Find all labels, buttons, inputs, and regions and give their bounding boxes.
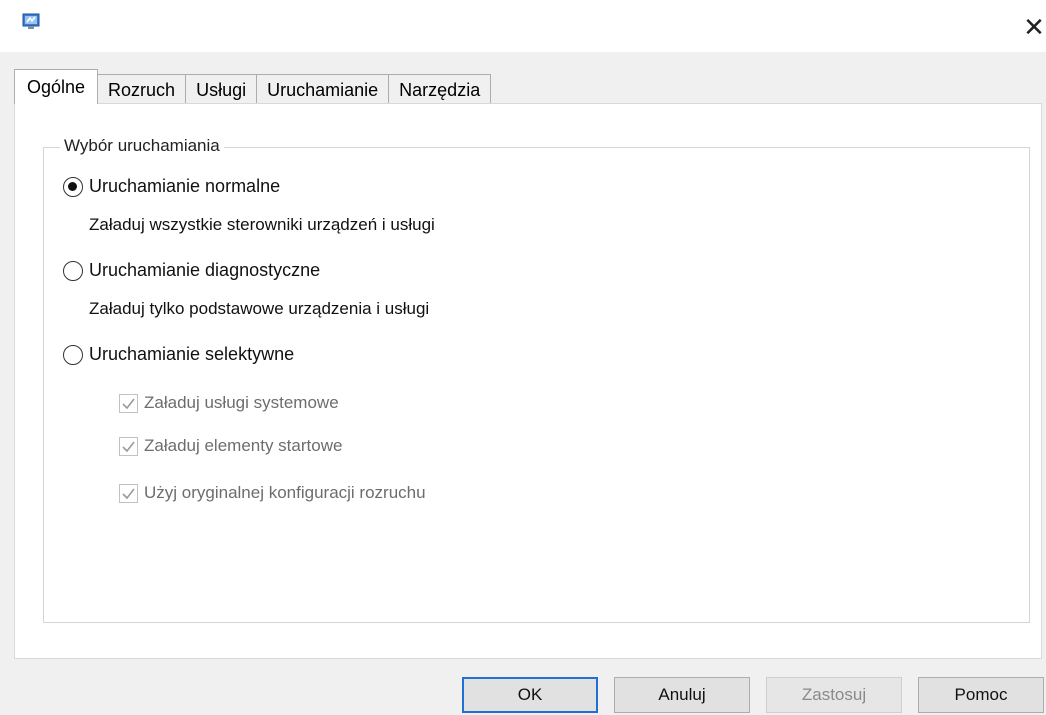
- radio-button[interactable]: [63, 344, 83, 365]
- checkmark-icon: [122, 398, 135, 409]
- title-bar: ✕: [0, 0, 1046, 52]
- close-button[interactable]: ✕: [1022, 12, 1046, 42]
- group-label: Wybór uruchamiania: [60, 136, 224, 156]
- tab-boot[interactable]: Rozruch: [97, 74, 187, 104]
- checkbox[interactable]: [119, 393, 138, 413]
- radio-label: Uruchamianie selektywne: [89, 344, 295, 364]
- checkbox-label: Załaduj elementy startowe: [144, 436, 343, 455]
- checkbox[interactable]: [119, 436, 138, 456]
- apply-button[interactable]: Zastosuj: [766, 677, 902, 713]
- radio-button[interactable]: [63, 260, 83, 281]
- radio-selective-startup[interactable]: Uruchamianie selektywne: [63, 344, 294, 365]
- tab-general[interactable]: Ogólne: [14, 69, 99, 104]
- tab-services[interactable]: Usługi: [185, 74, 258, 104]
- tab-strip: Ogólne Rozruch Usługi Uruchamianie Narzę…: [14, 69, 492, 104]
- checkmark-icon: [122, 488, 135, 499]
- help-button[interactable]: Pomoc: [918, 677, 1044, 713]
- cancel-button[interactable]: Anuluj: [614, 677, 750, 713]
- checkbox-label: Użyj oryginalnej konfiguracji rozruchu: [144, 483, 426, 502]
- checkbox-use-original-boot-config[interactable]: Użyj oryginalnej konfiguracji rozruchu: [119, 483, 426, 503]
- radio-diagnostic-startup[interactable]: Uruchamianie diagnostyczne: [63, 260, 320, 281]
- ok-button[interactable]: OK: [462, 677, 598, 713]
- radio-normal-startup[interactable]: Uruchamianie normalne: [63, 176, 280, 197]
- option-description: Załaduj tylko podstawowe urządzenia i us…: [89, 299, 430, 318]
- tab-startup[interactable]: Uruchamianie: [256, 74, 390, 104]
- checkbox-load-system-services[interactable]: Załaduj usługi systemowe: [119, 393, 339, 413]
- msconfig-icon: [22, 13, 40, 29]
- radio-button-checked[interactable]: [63, 176, 83, 197]
- tab-panel-general: Wybór uruchamiania Uruchamianie normalne…: [14, 103, 1042, 659]
- checkbox[interactable]: [119, 483, 138, 503]
- tab-tools[interactable]: Narzędzia: [388, 74, 492, 104]
- checkbox-load-startup-items[interactable]: Załaduj elementy startowe: [119, 436, 342, 456]
- radio-label: Uruchamianie diagnostyczne: [89, 260, 321, 280]
- checkmark-icon: [122, 441, 135, 452]
- radio-label: Uruchamianie normalne: [89, 176, 281, 196]
- option-description: Załaduj wszystkie sterowniki urządzeń i …: [89, 215, 435, 234]
- checkbox-label: Załaduj usługi systemowe: [144, 393, 339, 412]
